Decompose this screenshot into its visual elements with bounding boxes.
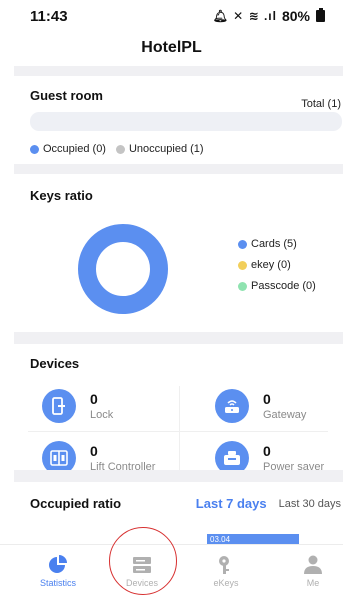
lock-icon xyxy=(42,389,76,423)
guest-room-bar xyxy=(30,112,342,131)
keys-donut-chart xyxy=(78,224,168,314)
occupied-ratio-card: Occupied ratio Last 7 days Last 30 days … xyxy=(14,482,343,546)
keys-legend: Cards (5) ekey (0) Passcode (0) xyxy=(238,238,316,292)
ekey-dot-icon xyxy=(238,260,247,270)
unoccupied-dot-icon xyxy=(115,144,125,154)
donut-svg xyxy=(78,224,168,314)
device-lock[interactable]: 0 Lock xyxy=(42,382,202,430)
status-indicators: 🔔︎ ✕ ≋ .ıl 80% xyxy=(213,8,325,24)
annotation-circle xyxy=(109,527,177,595)
legend-cards-label: Cards (5) xyxy=(251,238,297,250)
status-icons: 🔔︎ ✕ ≋ .ıl xyxy=(212,9,277,23)
legend-passcode-label: Passcode (0) xyxy=(251,280,316,292)
guest-room-total: Total (1) xyxy=(301,98,341,110)
nav-me-label: Me xyxy=(306,578,320,588)
lock-count: 0 xyxy=(90,391,98,407)
devices-card: Devices 0 Lock 0 Gateway 0 Lift Controll… xyxy=(14,344,343,478)
lift-controller-count: 0 xyxy=(90,443,98,459)
section-divider xyxy=(14,470,343,482)
nav-ekeys[interactable]: eKeys xyxy=(191,545,261,597)
guest-room-card: Guest room Total (1) Occupied (0) Unoccu… xyxy=(14,76,343,164)
battery-percent: 80% xyxy=(281,8,310,24)
app-title: HotelPL xyxy=(141,39,202,56)
status-time: 11:43 xyxy=(30,7,68,25)
devices-grid: 0 Lock 0 Gateway 0 Lift Controller 0 Pow… xyxy=(14,382,343,482)
lock-label: Lock xyxy=(90,409,114,421)
pie-chart-icon xyxy=(49,555,67,573)
nav-statistics[interactable]: Statistics xyxy=(23,545,93,597)
cards-dot-icon xyxy=(238,239,247,249)
guest-room-legend: Occupied (0) Unoccupied (1) xyxy=(30,143,204,155)
legend-unoccupied-label: Unoccupied (1) xyxy=(128,143,204,155)
section-divider xyxy=(14,66,343,76)
occupied-dot-icon xyxy=(30,144,39,154)
legend-unoccupied: Unoccupied (1) xyxy=(115,143,204,155)
grid-divider xyxy=(28,431,328,432)
gateway-label: Gateway xyxy=(263,409,307,421)
tab-last-7-days[interactable]: Last 7 days xyxy=(196,496,267,511)
key-icon xyxy=(219,556,229,574)
legend-cards: Cards (5) xyxy=(238,238,316,250)
donut-ring-cards xyxy=(78,224,168,314)
power-saver-count: 0 xyxy=(263,443,271,459)
guest-room-title: Guest room xyxy=(30,88,103,103)
tab-last-30-days[interactable]: Last 30 days xyxy=(279,498,341,510)
legend-passcode: Passcode (0) xyxy=(238,280,316,292)
nav-ekeys-label: eKeys xyxy=(213,578,239,588)
occupied-ratio-tabs: Last 7 days Last 30 days xyxy=(196,496,341,511)
section-divider xyxy=(14,164,343,174)
section-divider xyxy=(14,332,343,344)
occupied-ratio-title: Occupied ratio xyxy=(30,496,122,511)
legend-occupied-label: Occupied (0) xyxy=(43,143,106,155)
person-icon xyxy=(304,555,322,574)
nav-me[interactable]: Me xyxy=(278,545,343,597)
keys-ratio-title: Keys ratio xyxy=(30,188,93,203)
gateway-icon xyxy=(215,389,249,423)
legend-occupied: Occupied (0) xyxy=(30,143,106,155)
legend-ekey-label: ekey (0) xyxy=(251,259,291,271)
battery-icon xyxy=(316,8,325,22)
devices-title: Devices xyxy=(30,356,80,371)
keys-ratio-card: Keys ratio Cards (5) ekey (0) Passcode (… xyxy=(14,174,343,332)
status-bar: 11:43 🔔︎ ✕ ≋ .ıl 80% xyxy=(0,0,343,32)
device-gateway[interactable]: 0 Gateway xyxy=(215,382,343,430)
nav-statistics-label: Statistics xyxy=(39,578,76,588)
gateway-count: 0 xyxy=(263,391,271,407)
passcode-dot-icon xyxy=(238,281,247,291)
legend-ekey: ekey (0) xyxy=(238,259,316,271)
